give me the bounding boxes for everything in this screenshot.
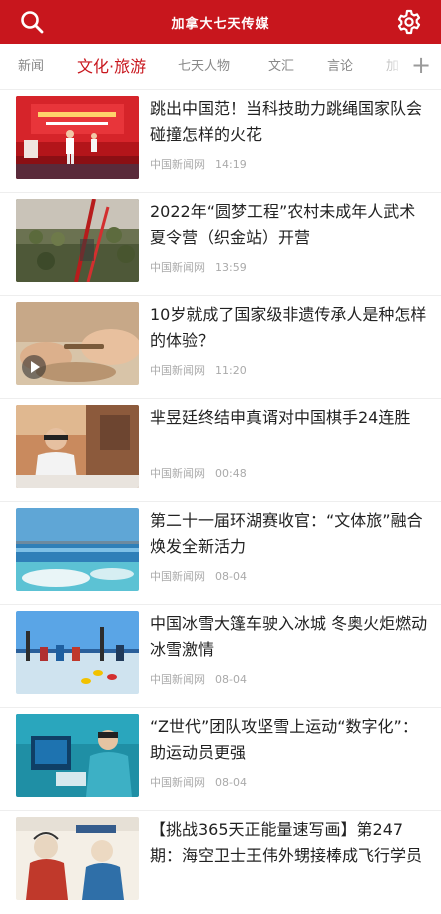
news-source: 中国新闻网 [150, 158, 205, 171]
news-list: 跳出中国范！当科技助力跳绳国家队会碰撞怎样的火花 中国新闻网 14:19 2022… [0, 90, 441, 914]
tab-seven-day-people[interactable]: 七天人物 [178, 44, 230, 89]
news-thumbnail [16, 96, 139, 179]
tab-news[interactable]: 新闻 [18, 44, 44, 89]
news-meta: 中国新闻网 11:20 [150, 362, 257, 378]
top-app-bar: 加拿大七天传媒 [0, 0, 441, 44]
app-title: 加拿大七天传媒 [171, 16, 270, 32]
news-thumbnail [16, 405, 139, 488]
add-channel-button[interactable]: + [405, 44, 437, 89]
news-thumbnail [16, 611, 139, 694]
news-item[interactable]: 中国冰雪大篷车驶入冰城 冬奥火炬燃动冰雪激情 中国新闻网 08-04 [0, 605, 441, 708]
news-source: 中国新闻网 [150, 364, 205, 377]
news-source: 中国新闻网 [150, 776, 205, 789]
news-item[interactable]: 芈昱廷终结申真谞对中国棋手24连胜 中国新闻网 00:48 [0, 399, 441, 502]
news-time: 08-04 [215, 776, 247, 789]
news-headline: 2022年“圆梦工程”农村未成年人武术夏令营（织金站）开营 [150, 202, 416, 247]
news-item[interactable]: 2022年“圆梦工程”农村未成年人武术夏令营（织金站）开营 中国新闻网 13:59 [0, 193, 441, 296]
news-headline: 第二十一届环湖赛收官：“文体旅”融合焕发全新活力 [150, 511, 423, 556]
news-item[interactable]: 10岁就成了国家级非遗传承人是种怎样的体验？ 中国新闻网 11:20 [0, 296, 441, 399]
news-source: 中国新闻网 [150, 570, 205, 583]
news-thumbnail [16, 302, 139, 385]
tab-culture-travel[interactable]: 文化·旅游 [77, 44, 146, 89]
news-meta: 中国新闻网 08-04 [150, 568, 257, 584]
news-thumbnail [16, 817, 139, 900]
tab-wenhui[interactable]: 文汇 [268, 44, 294, 89]
news-source: 中国新闻网 [150, 467, 205, 480]
news-time: 13:59 [215, 261, 247, 274]
news-time: 00:48 [215, 467, 247, 480]
news-meta: 中国新闻网 13:59 [150, 259, 257, 275]
news-time: 08-04 [215, 570, 247, 583]
news-time: 11:20 [215, 364, 247, 377]
news-item[interactable]: “Z世代”团队攻坚雪上运动“数字化”：助运动员更强 中国新闻网 08-04 [0, 708, 441, 811]
search-icon[interactable] [18, 8, 46, 36]
news-meta: 中国新闻网 14:19 [150, 156, 257, 172]
tab-opinion[interactable]: 言论 [327, 44, 353, 89]
news-time: 14:19 [215, 158, 247, 171]
news-source: 中国新闻网 [150, 673, 205, 686]
news-headline: 跳出中国范！当科技助力跳绳国家队会碰撞怎样的火花 [150, 99, 423, 144]
news-item[interactable]: 跳出中国范！当科技助力跳绳国家队会碰撞怎样的火花 中国新闻网 14:19 [0, 90, 441, 193]
news-time: 08-04 [215, 673, 247, 686]
gear-icon[interactable] [395, 8, 423, 36]
news-thumbnail [16, 199, 139, 282]
news-headline: 中国冰雪大篷车驶入冰城 冬奥火炬燃动冰雪激情 [150, 614, 428, 659]
news-thumbnail [16, 508, 139, 591]
news-meta: 中国新闻网 00:48 [150, 465, 257, 481]
news-meta: 中国新闻网 08-04 [150, 774, 257, 790]
news-headline: 芈昱廷终结申真谞对中国棋手24连胜 [150, 408, 411, 427]
news-headline: 【挑战365天正能量速写画】第247期：海空卫士王伟外甥接棒成飞行学员 [150, 820, 423, 865]
news-meta: 中国新闻网 08-04 [150, 671, 257, 687]
news-item[interactable]: 第二十一届环湖赛收官：“文体旅”融合焕发全新活力 中国新闻网 08-04 [0, 502, 441, 605]
play-icon [22, 355, 46, 379]
news-headline: 10岁就成了国家级非遗传承人是种怎样的体验？ [150, 305, 427, 350]
channel-tabs: 新闻 文化·旅游 七天人物 文汇 言论 加 + [0, 44, 441, 90]
news-thumbnail [16, 714, 139, 797]
news-headline: “Z世代”团队攻坚雪上运动“数字化”：助运动员更强 [150, 717, 418, 762]
news-source: 中国新闻网 [150, 261, 205, 274]
news-item[interactable]: 【挑战365天正能量速写画】第247期：海空卫士王伟外甥接棒成飞行学员 [0, 811, 441, 914]
